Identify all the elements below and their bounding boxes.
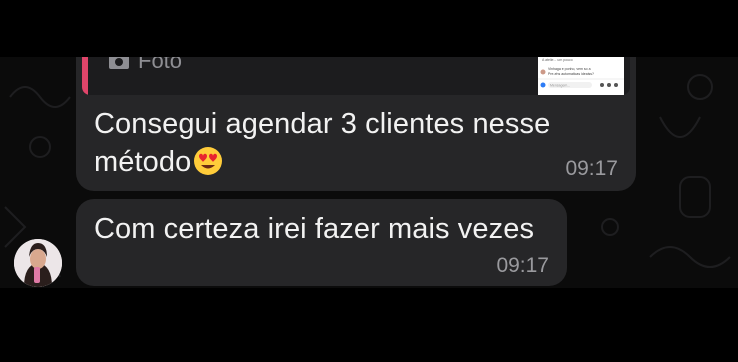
quoted-message[interactable]: Foto A atelie... um pouco Vinhaga e ponh… — [82, 57, 630, 95]
quote-accent-bar — [82, 57, 88, 95]
thumb-line: Mensagem... — [550, 84, 570, 88]
thumb-line: A atelie... um pouco — [542, 58, 573, 62]
quoted-media-label: Foto — [108, 57, 182, 74]
quoted-image-thumbnail: A atelie... um pouco Vinhaga e ponho, ve… — [538, 57, 624, 95]
thumb-line: Vinhaga e ponho, vem so a — [548, 67, 591, 71]
thumb-line: Pre-ehs automaticas ideaiss? — [548, 72, 594, 76]
heart-eyes-emoji-icon — [194, 147, 223, 175]
chat-area: Foto A atelie... um pouco Vinhaga e ponh… — [0, 57, 738, 288]
message-timestamp: 09:17 — [496, 254, 549, 277]
quoted-media-text: Foto — [138, 57, 183, 73]
message-bubble[interactable]: Com certeza irei fazer mais vezes 09:17 — [76, 199, 567, 286]
message-bubble[interactable]: Foto A atelie... um pouco Vinhaga e ponh… — [76, 57, 636, 191]
camera-icon — [109, 57, 129, 69]
message-text: Com certeza irei fazer mais vezes — [94, 213, 535, 245]
message-text: Consegui agendar 3 clientes nesse método — [94, 105, 574, 181]
message-timestamp: 09:17 — [565, 157, 618, 180]
message-text-content: Consegui agendar 3 clientes nesse método — [94, 108, 551, 178]
sender-avatar[interactable] — [14, 239, 62, 287]
